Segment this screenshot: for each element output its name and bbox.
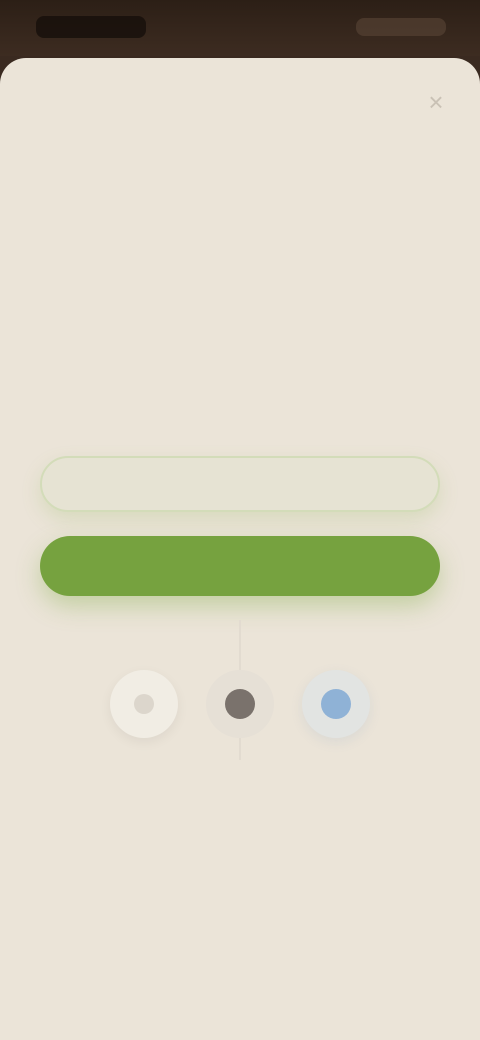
status-bar <box>0 0 480 56</box>
facebook-icon <box>321 689 351 719</box>
facebook-login-button[interactable] <box>302 670 370 738</box>
apple-login-button[interactable] <box>206 670 274 738</box>
email-field-container <box>40 456 440 512</box>
status-icons <box>356 18 446 36</box>
google-icon <box>134 694 154 714</box>
close-icon: × <box>428 87 444 117</box>
status-time <box>36 16 146 38</box>
social-login-row <box>110 670 370 738</box>
brand-logo <box>138 210 344 250</box>
google-login-button[interactable] <box>110 670 178 738</box>
email-field[interactable] <box>42 458 438 510</box>
login-sheet: × <box>0 58 480 1040</box>
close-button[interactable]: × <box>422 88 450 116</box>
apple-icon <box>225 689 255 719</box>
continue-button[interactable] <box>40 536 440 596</box>
